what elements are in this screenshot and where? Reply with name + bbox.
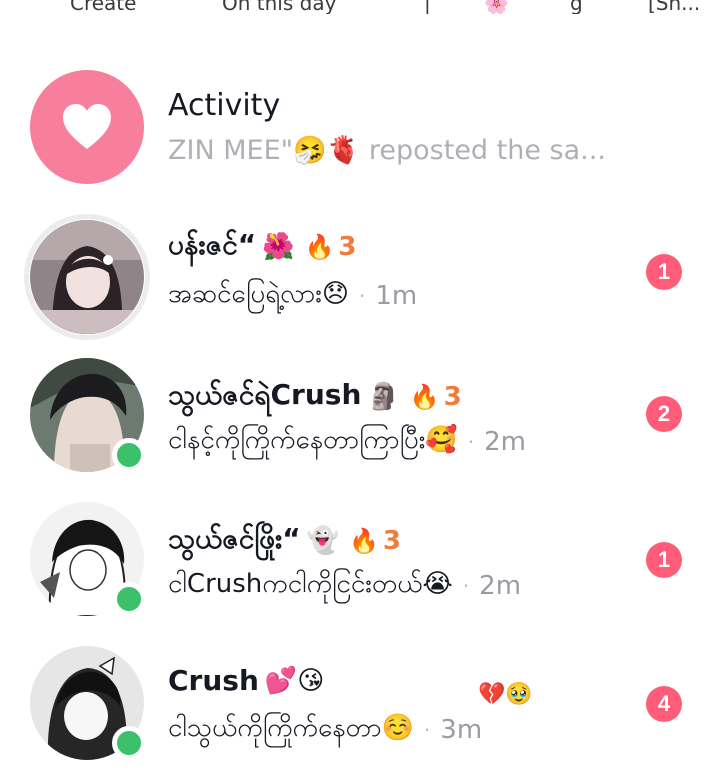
online-status-dot	[112, 582, 146, 616]
top-strip-item[interactable]: [Sh...	[648, 0, 700, 14]
separator-dot: ·	[423, 717, 431, 742]
top-strip-item[interactable]: Create	[70, 0, 136, 14]
unread-badge: 4	[646, 686, 682, 722]
contact-name: Crush	[168, 664, 259, 697]
conversation-preview: ငါCrushကငါကိုငြင်းတယ်😭 · 2m	[168, 566, 521, 605]
conversation-preview: ငါသွယ်ကိုကြိုက်နေတာ☺️ · 3m	[168, 710, 482, 749]
conversation-row[interactable]: Crush 💕😘 ငါသွယ်ကိုကြိုက်နေတာ☺️ · 3m 💔🥹 4	[0, 646, 720, 776]
avatar[interactable]	[30, 502, 146, 616]
conversation-preview: ငါနင့်ကိုကြိုက်နေတာကြာပြီး🥰 · 2m	[168, 422, 526, 461]
online-status-dot	[112, 726, 146, 760]
floating-emoji: 💔🥹	[478, 682, 533, 707]
name-emoji: 🗿	[367, 382, 400, 412]
conversation-row[interactable]: ပန်းဇင်“ 🌺 🔥 3 အဆင်ပြေရဲ့လား😞 · 1m 1	[0, 214, 720, 344]
activity-subtitle: ZIN MEE"🤧🫀 reposted the sa...	[168, 135, 606, 166]
conversation-title: သွယ်ဇင်ရဲCrush 🗿 🔥 3	[168, 376, 462, 418]
activity-title: Activity	[168, 88, 281, 123]
conversation-row[interactable]: သွယ်ဇင်ဖြိုး“ 👻 🔥 3 ငါCrushကငါကိုငြင်းတယ…	[0, 502, 720, 632]
top-strip-item: |	[424, 0, 431, 14]
streak-count: 3	[443, 382, 462, 412]
last-message: ငါCrushကငါကိုငြင်းတယ်😭	[168, 569, 453, 599]
contact-name: သွယ်ဇင်ဖြိုး“	[168, 522, 301, 555]
unread-badge: 1	[646, 542, 682, 578]
last-message: ငါနင့်ကိုကြိုက်နေတာကြာပြီး🥰	[168, 425, 458, 455]
avatar[interactable]	[30, 646, 146, 760]
separator-dot: ·	[467, 429, 475, 454]
fire-icon: 🔥	[304, 233, 335, 261]
conversation-row[interactable]: သွယ်ဇင်ရဲCrush 🗿 🔥 3 ငါနင့်ကိုကြိုက်နေတာ…	[0, 358, 720, 488]
online-status-dot	[112, 438, 146, 472]
last-message: ငါသွယ်ကိုကြိုက်နေတာ☺️	[168, 713, 414, 743]
contact-name: ပန်းဇင်“	[168, 228, 257, 261]
message-time: 3m	[440, 714, 483, 745]
unread-badge: 2	[646, 396, 682, 432]
fire-icon: 🔥	[349, 527, 379, 555]
streak-count: 3	[382, 526, 402, 556]
conversation-title: Crush 💕😘	[168, 664, 324, 697]
avatar[interactable]	[24, 214, 150, 340]
top-strip-item: g	[570, 0, 583, 14]
avatar[interactable]	[30, 358, 146, 472]
unread-badge: 1	[646, 254, 682, 290]
separator-dot: ·	[462, 573, 470, 598]
conversation-preview: အဆင်ပြေရဲ့လား😞 · 1m	[168, 276, 417, 315]
message-time: 2m	[479, 570, 522, 601]
heart-icon	[63, 104, 111, 149]
name-emoji: 👻	[306, 526, 340, 556]
fire-icon: 🔥	[409, 383, 440, 411]
streak-count: 3	[338, 232, 357, 262]
top-strip-item: 🌸	[484, 0, 509, 14]
activity-avatar[interactable]	[30, 70, 144, 184]
last-message: အဆင်ပြေရဲ့လား😞	[168, 279, 349, 309]
contact-name: သွယ်ဇင်ရဲCrush	[168, 378, 362, 411]
separator-dot: ·	[358, 283, 366, 308]
message-time: 1m	[375, 280, 418, 311]
top-tab-strip: Create On this day | 🌸 g [Sh...	[0, 0, 720, 14]
name-emoji: 💕😘	[264, 665, 325, 696]
conversation-title: သွယ်ဇင်ဖြိုး“ 👻 🔥 3	[168, 520, 401, 562]
name-emoji: 🌺	[262, 232, 295, 262]
avatar-image	[30, 220, 144, 334]
conversation-title: ပန်းဇင်“ 🌺 🔥 3	[168, 226, 357, 268]
top-strip-item[interactable]: On this day	[222, 0, 336, 14]
message-time: 2m	[484, 426, 526, 457]
